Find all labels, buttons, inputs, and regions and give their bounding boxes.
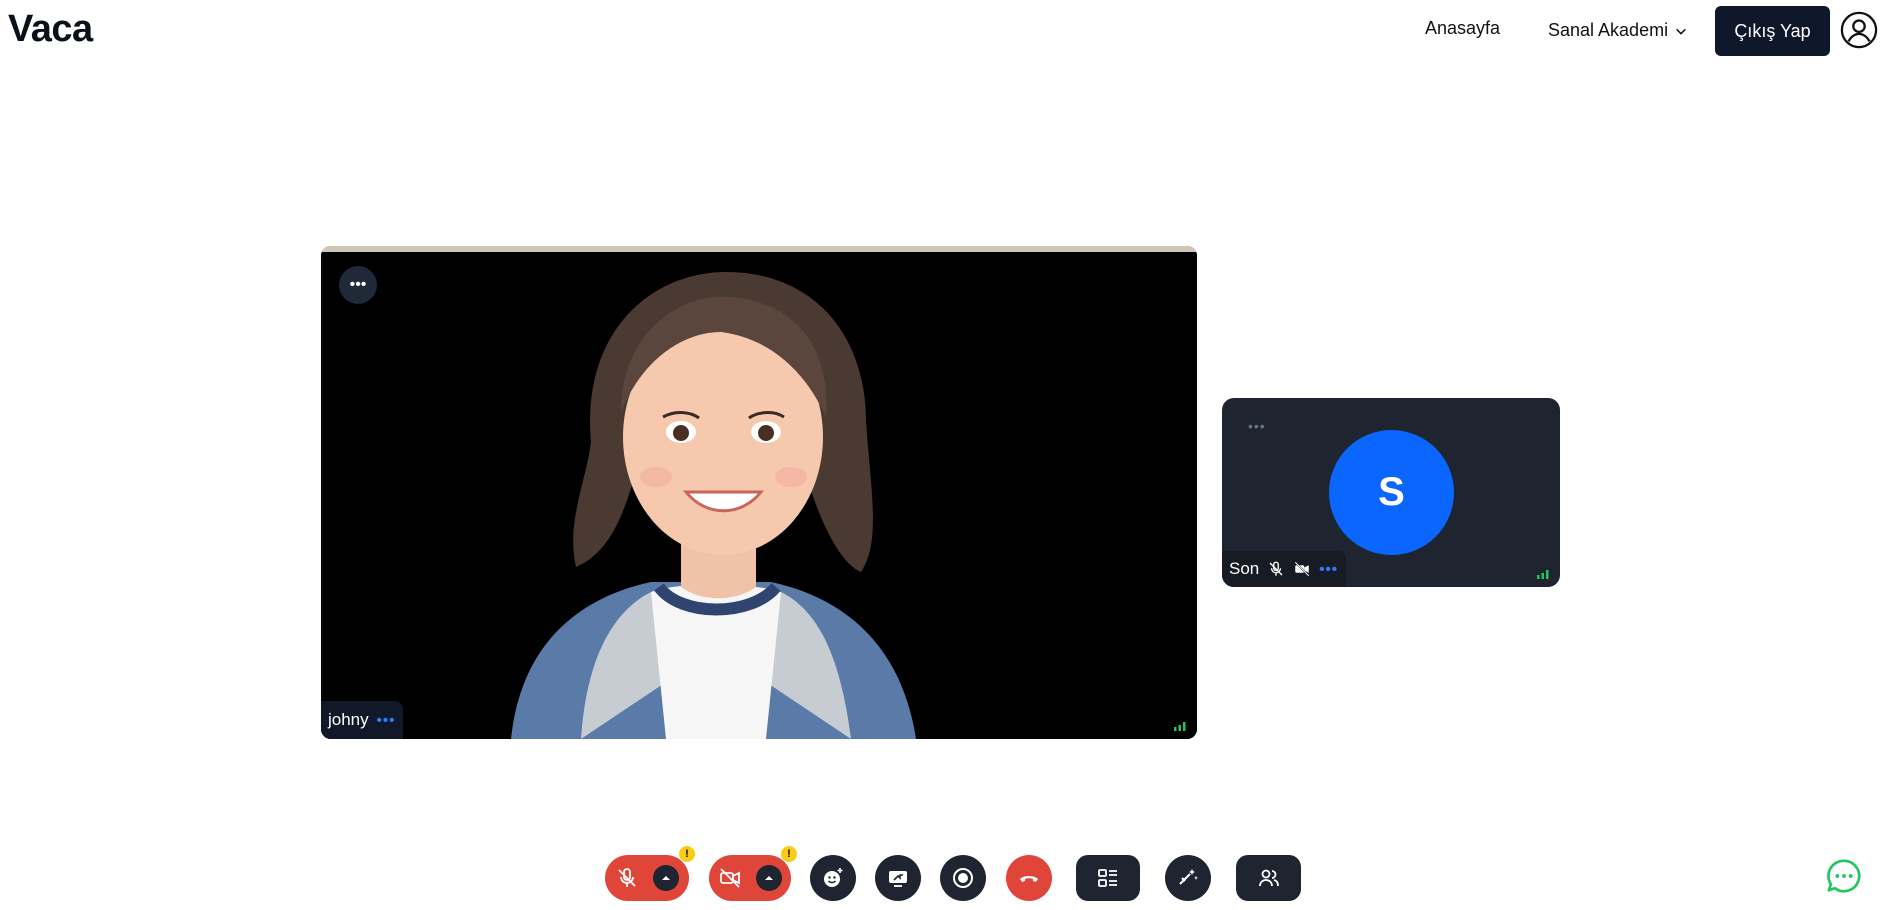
record-button[interactable]: [940, 855, 986, 901]
people-icon: [1258, 869, 1279, 887]
mic-off-icon: [1269, 561, 1283, 576]
mic-options-caret[interactable]: [653, 865, 679, 891]
brand-logo[interactable]: Vaca: [8, 8, 93, 51]
mic-toggle-button[interactable]: !: [605, 846, 695, 901]
nav-link-home[interactable]: Anasayfa: [1425, 18, 1500, 39]
layout-grid-icon: [1098, 869, 1117, 887]
hang-up-icon: [1020, 876, 1038, 882]
screen-share-icon: [889, 871, 907, 887]
logout-button[interactable]: Çıkış Yap: [1715, 6, 1830, 56]
participant-options-icon[interactable]: •••: [1319, 561, 1338, 578]
layout-button[interactable]: [1076, 855, 1140, 901]
leave-call-button[interactable]: [1006, 855, 1052, 901]
side-video-tile[interactable]: ••• S Son •••: [1222, 398, 1560, 587]
reactions-button[interactable]: [810, 855, 856, 901]
chevron-down-icon: [1676, 28, 1687, 35]
main-video-tile[interactable]: ••• johny •••: [321, 246, 1197, 739]
effects-button[interactable]: [1165, 855, 1211, 901]
camera-toggle-button[interactable]: !: [709, 846, 797, 901]
participant-options-icon[interactable]: •••: [377, 712, 396, 729]
mic-warning-badge: !: [679, 846, 695, 862]
signal-strength-icon: [1537, 570, 1549, 579]
magic-wand-icon: [1179, 869, 1198, 885]
chevron-up-icon: [662, 876, 670, 880]
emoji-add-icon: [824, 868, 843, 887]
participant-name-tag: Son •••: [1222, 551, 1347, 587]
more-options-icon: •••: [349, 276, 367, 293]
record-icon: [953, 868, 973, 888]
nav-dropdown-academy[interactable]: Sanal Akademi: [1548, 20, 1688, 41]
participant-avatar: S: [1329, 430, 1454, 555]
tile-more-options-icon[interactable]: •••: [1248, 418, 1266, 434]
camera-off-icon: [1294, 561, 1310, 577]
camera-options-caret[interactable]: [756, 865, 782, 891]
signal-strength-icon: [1174, 722, 1186, 731]
participant-name: johny: [328, 710, 369, 729]
chat-icon[interactable]: [1825, 857, 1863, 895]
participant-name: Son: [1229, 559, 1260, 578]
participants-button[interactable]: [1236, 855, 1301, 901]
screen-share-button[interactable]: [875, 855, 921, 901]
camera-off-icon: [720, 868, 740, 888]
user-profile-icon[interactable]: [1840, 11, 1878, 49]
nav-academy-label: Sanal Akademi: [1548, 20, 1669, 40]
tile-more-options-button[interactable]: •••: [339, 266, 377, 304]
participant-name-tag: johny •••: [321, 701, 404, 739]
camera-warning-badge: !: [781, 846, 797, 862]
chevron-up-icon: [765, 876, 773, 880]
participant-video-feed: [321, 252, 1197, 739]
mic-off-icon: [618, 868, 636, 887]
